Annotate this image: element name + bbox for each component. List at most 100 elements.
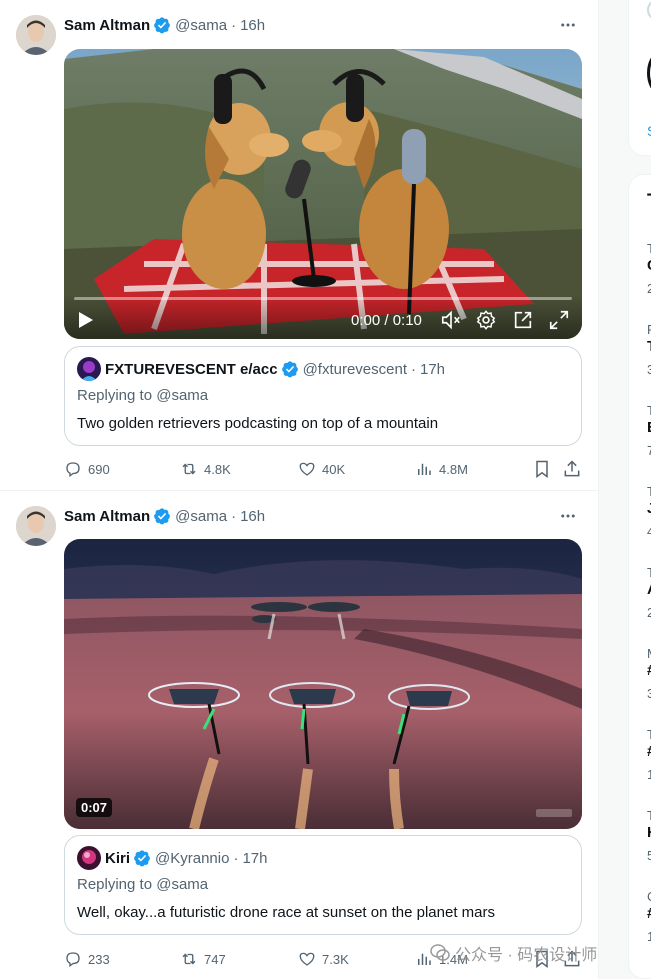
repost-icon <box>182 953 196 965</box>
trend-name-fragment: A <box>647 581 651 598</box>
trend-count-fragment: 4 <box>647 524 651 539</box>
video-progress-bar[interactable] <box>74 297 572 300</box>
trend-category-fragment: F <box>647 322 651 337</box>
repost-count: 4.8K <box>204 461 231 477</box>
popout-icon[interactable] <box>512 309 534 331</box>
quote-avatar[interactable] <box>77 357 101 381</box>
quote-author-name[interactable]: Kiri <box>105 850 130 867</box>
quoted-tweet[interactable]: Kiri @Kyrannio · 17h Replying to @sama W… <box>64 835 582 935</box>
quote-header: FXTUREVESCENT e/acc @fxturevescent · 17h <box>77 357 445 381</box>
reply-button[interactable]: 233 <box>64 949 110 969</box>
trend-count-fragment: 1 <box>647 767 651 782</box>
share-icon[interactable] <box>562 459 582 479</box>
sidebar-link-fragment[interactable]: S <box>647 123 651 139</box>
like-button[interactable]: 40K <box>298 459 345 479</box>
trend-count-fragment: 2 <box>647 605 651 620</box>
tweet[interactable]: Sam Altman @sama · 16h <box>0 0 598 491</box>
play-icon[interactable] <box>78 311 94 329</box>
wechat-logo-icon <box>430 944 450 961</box>
tweet-header: Sam Altman @sama · 16h <box>64 15 265 35</box>
separator-dot: · <box>231 507 237 525</box>
heart-icon <box>299 462 315 476</box>
quote-author-name[interactable]: FXTUREVESCENT e/acc <box>105 361 278 378</box>
bookmark-icon[interactable] <box>532 459 552 479</box>
more-options-icon[interactable] <box>556 504 580 528</box>
video-frame-mars-drone-race <box>64 539 582 829</box>
video-player[interactable]: 0:07 <box>64 539 582 829</box>
trend-count-fragment: 3 <box>647 362 651 377</box>
repost-button[interactable]: 4.8K <box>180 459 231 479</box>
heart-icon <box>299 952 315 966</box>
trend-count-fragment: 7 <box>647 443 651 458</box>
author-name[interactable]: Sam Altman <box>64 508 150 525</box>
replying-to: Replying to @sama <box>77 876 208 893</box>
trend-category-fragment: T <box>647 808 651 823</box>
settings-gear-icon[interactable] <box>475 309 497 331</box>
trend-category-fragment: T <box>647 565 651 580</box>
trends-title-fragment: T <box>647 191 651 213</box>
quote-time[interactable]: 17h <box>242 850 267 867</box>
timeline: Sam Altman @sama · 16h 0:00 / 0:10 FXTUR… <box>0 0 598 979</box>
fullscreen-icon[interactable] <box>548 309 570 331</box>
author-name[interactable]: Sam Altman <box>64 17 150 34</box>
sidebar-avatar-icon[interactable] <box>647 0 651 21</box>
reply-count: 690 <box>88 461 110 477</box>
repost-button[interactable]: 747 <box>180 949 226 969</box>
quote-header: Kiri @Kyrannio · 17h <box>77 846 267 870</box>
replying-mention[interactable]: @sama <box>156 387 208 404</box>
trend-category-fragment: C <box>647 889 651 904</box>
trend-category-fragment: M <box>647 646 651 661</box>
trend-name-fragment: C <box>647 257 651 274</box>
trend-name-fragment: K <box>647 824 651 841</box>
reply-button[interactable]: 690 <box>64 459 110 479</box>
trend-name-fragment: # <box>647 743 651 760</box>
quote-author-handle[interactable]: @Kyrannio <box>155 850 229 867</box>
separator-dot: · <box>231 16 237 34</box>
quote-avatar[interactable] <box>77 846 101 870</box>
trend-category-fragment: T <box>647 484 651 499</box>
verified-badge-icon <box>134 850 150 867</box>
trend-category-fragment: T <box>647 727 651 742</box>
trend-category-fragment: T <box>647 241 651 256</box>
tweet-header: Sam Altman @sama · 16h <box>64 506 265 526</box>
quote-author-handle[interactable]: @fxturevescent <box>303 361 407 378</box>
trend-count-fragment: 1 <box>647 929 651 944</box>
tweet-time[interactable]: 16h <box>240 508 265 525</box>
right-sidebar: S T TC2FT3TE7TJ4TA2M#3T#1TK5C#1 <box>628 0 651 979</box>
video-player[interactable]: 0:00 / 0:10 <box>64 49 582 339</box>
replying-mention[interactable]: @sama <box>156 876 208 893</box>
trend-name-fragment: E <box>647 419 651 436</box>
views-chart-icon <box>418 463 431 475</box>
reply-count: 233 <box>88 951 110 967</box>
repost-count: 747 <box>204 951 226 967</box>
trend-count-fragment: 3 <box>647 686 651 701</box>
quote-text: Two golden retrievers podcasting on top … <box>77 415 439 432</box>
verified-badge-icon <box>154 17 171 34</box>
tweet-time[interactable]: 16h <box>240 17 265 34</box>
watermark: 公众号 · 码农设计师 <box>430 941 597 965</box>
separator-dot: · <box>233 849 239 867</box>
like-count: 40K <box>322 461 346 477</box>
reply-icon <box>66 952 80 968</box>
replying-prefix: Replying to <box>77 876 157 893</box>
separator-dot: · <box>411 360 416 378</box>
trend-name-fragment: J <box>647 500 651 517</box>
more-options-icon[interactable] <box>556 13 580 37</box>
views-button[interactable]: 4.8M <box>415 459 468 479</box>
volume-muted-icon[interactable] <box>440 309 462 331</box>
verified-badge-icon <box>154 508 171 525</box>
trend-name-fragment: # <box>647 662 651 679</box>
sidebar-logo-icon <box>647 53 651 93</box>
quoted-tweet[interactable]: FXTUREVESCENT e/acc @fxturevescent · 17h… <box>64 346 582 446</box>
replying-to: Replying to @sama <box>77 387 208 404</box>
video-duration-badge: 0:07 <box>76 798 113 817</box>
video-controls: 0:00 / 0:10 <box>64 295 582 339</box>
avatar[interactable] <box>16 15 56 55</box>
video-corner-mark <box>536 809 572 817</box>
author-handle[interactable]: @sama <box>175 508 227 525</box>
author-handle[interactable]: @sama <box>175 17 227 34</box>
avatar[interactable] <box>16 506 56 546</box>
quote-time[interactable]: 17h <box>420 361 445 378</box>
tweet[interactable]: Sam Altman @sama · 16h <box>0 491 598 979</box>
like-button[interactable]: 7.3K <box>298 949 349 969</box>
